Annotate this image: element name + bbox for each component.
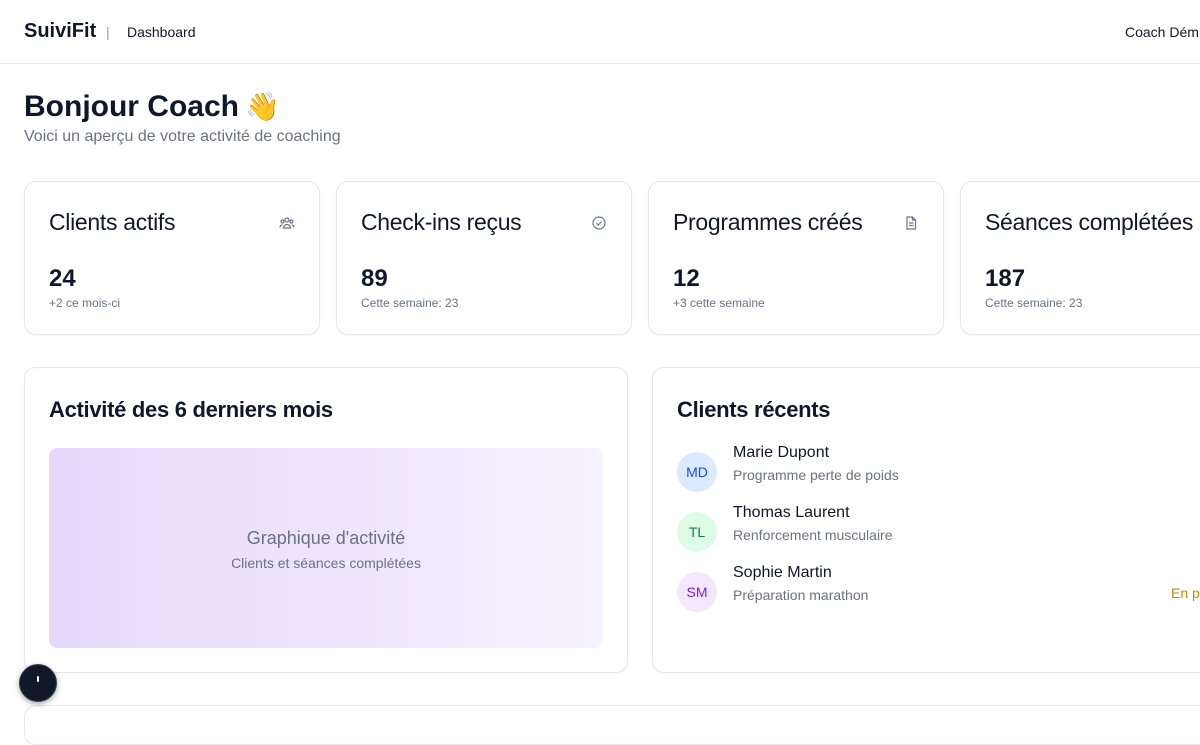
top-navigation-bar: SuiviFit | Dashboard Coach Dém <box>0 0 1200 64</box>
user-menu[interactable]: Coach Dém <box>1125 24 1199 40</box>
status-badge: En p <box>1171 585 1200 601</box>
activity-panel: Activité des 6 derniers mois Graphique d… <box>24 367 628 673</box>
client-name: Thomas Laurent <box>733 504 850 521</box>
avatar: TL <box>677 512 717 552</box>
breadcrumb-dashboard[interactable]: Dashboard <box>127 24 196 40</box>
stat-title: Clients actifs <box>49 209 176 235</box>
stat-note: Cette semaine: 23 <box>985 296 1083 310</box>
page-subtitle: Voici un aperçu de votre activité de coa… <box>24 128 341 145</box>
stat-card-programs: Programmes créés 12 +3 cette semaine <box>648 181 944 335</box>
waving-hand-icon: 👋 <box>245 91 280 122</box>
indicator-icon <box>37 676 39 682</box>
stat-card-active-clients: Clients actifs 24 +2 ce mois-ci <box>24 181 320 335</box>
client-program: Renforcement musculaire <box>733 527 893 543</box>
users-icon <box>279 217 295 229</box>
breadcrumb-separator: | <box>106 24 110 40</box>
avatar: SM <box>677 572 717 612</box>
greeting-text: Bonjour Coach <box>24 90 239 123</box>
stat-note: +3 cette semaine <box>673 296 765 310</box>
client-list-item[interactable]: TL Thomas Laurent Renforcement musculair… <box>677 504 1200 552</box>
client-name: Sophie Martin <box>733 564 832 581</box>
client-name: Marie Dupont <box>733 444 830 461</box>
activity-chart-placeholder: Graphique d'activité Clients et séances … <box>49 448 603 648</box>
chart-placeholder-title: Graphique d'activité <box>246 528 406 548</box>
recent-clients-panel: Clients récents MD Marie Dupont Programm… <box>652 367 1200 673</box>
chart-placeholder-subtitle: Clients et séances complétées <box>231 555 421 571</box>
stat-value: 187 <box>985 265 1026 292</box>
stat-card-checkins: Check-ins reçus 89 Cette semaine: 23 <box>336 181 632 335</box>
bottom-card <box>24 705 1200 745</box>
page-title: Bonjour Coach 👋 <box>24 90 280 124</box>
stat-value: 89 <box>361 265 388 292</box>
stat-card-sessions: Séances complétées 187 Cette semaine: 23 <box>960 181 1200 335</box>
avatar: MD <box>677 452 717 492</box>
app-logo[interactable]: SuiviFit <box>24 20 96 43</box>
document-icon <box>906 216 917 230</box>
panel-title: Activité des 6 derniers mois <box>49 397 333 422</box>
stat-note: Cette semaine: 23 <box>361 296 459 310</box>
client-list-item[interactable]: MD Marie Dupont Programme perte de poids <box>677 444 1200 492</box>
floating-action-button[interactable] <box>19 664 57 702</box>
stat-title: Séances complétées <box>985 209 1194 235</box>
stat-value: 24 <box>49 265 76 292</box>
client-list-item[interactable]: SM Sophie Martin Préparation marathon En… <box>677 564 1200 612</box>
check-circle-icon <box>592 216 606 230</box>
client-program: Préparation marathon <box>733 587 869 603</box>
stat-title: Programmes créés <box>673 209 863 235</box>
client-program: Programme perte de poids <box>733 467 899 483</box>
panel-title: Clients récents <box>677 397 831 422</box>
stat-title: Check-ins reçus <box>361 209 522 235</box>
stat-value: 12 <box>673 265 700 292</box>
stat-note: +2 ce mois-ci <box>49 296 121 310</box>
